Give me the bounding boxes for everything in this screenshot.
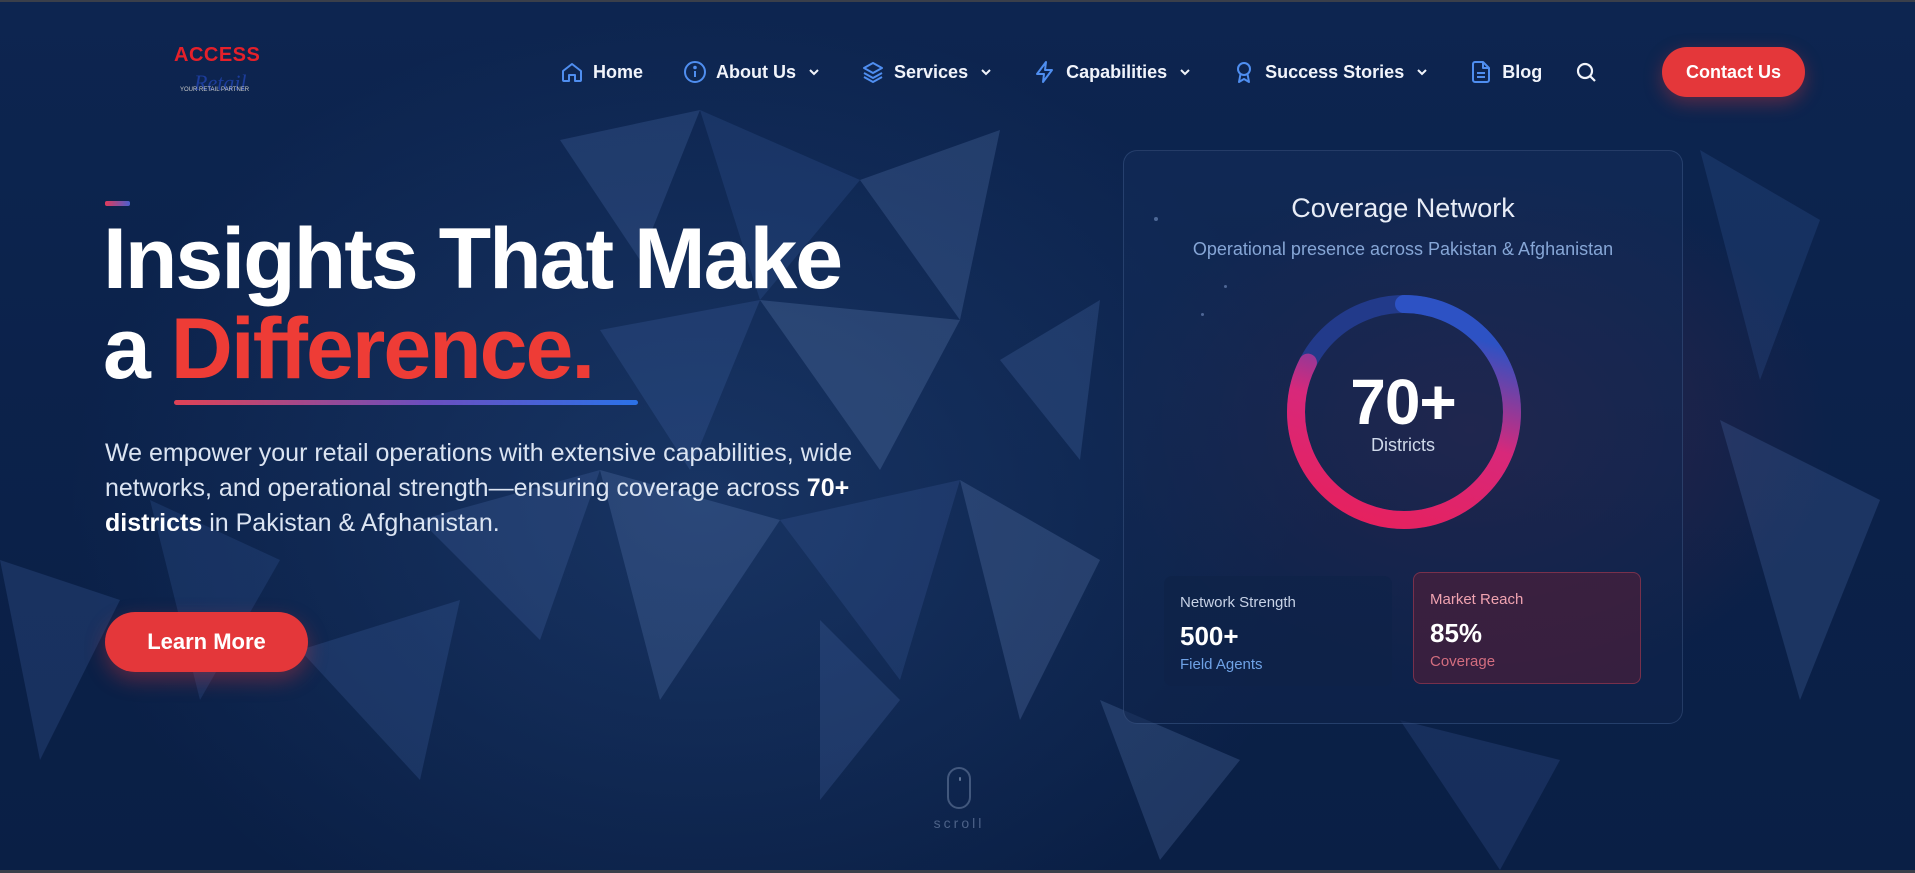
- nav-services[interactable]: Services: [861, 60, 993, 84]
- award-icon: [1232, 60, 1256, 84]
- nav-capabilities-label: Capabilities: [1066, 61, 1168, 82]
- learn-more-button[interactable]: Learn More: [105, 612, 308, 672]
- nav-capabilities[interactable]: Capabilities: [1033, 60, 1192, 84]
- hero-headline: Insights That Make a Difference.: [103, 214, 1003, 394]
- chevron-down-icon: [1178, 65, 1192, 79]
- stat-label: Market Reach: [1430, 591, 1524, 608]
- stat-value: 85%: [1430, 618, 1483, 648]
- paragraph-part-2: in Pakistan & Afghanistan.: [209, 509, 500, 537]
- scroll-mouse-icon[interactable]: [947, 767, 971, 809]
- chevron-down-icon: [1415, 65, 1429, 79]
- card-title: Coverage Network: [1291, 193, 1515, 223]
- stat-market-reach: Market Reach 85% Coverage: [1413, 572, 1641, 684]
- stat-unit: Coverage: [1430, 653, 1496, 670]
- nav-home[interactable]: Home: [560, 60, 643, 84]
- top-border: [0, 0, 1915, 2]
- logo-tagline: YOUR RETAIL PARTNER: [180, 87, 250, 93]
- stat-value: 500+: [1180, 621, 1239, 651]
- scroll-hint: scroll: [933, 815, 985, 831]
- nav-blog[interactable]: Blog: [1469, 60, 1542, 84]
- stat-unit: Field Agents: [1180, 656, 1263, 673]
- bolt-icon: [1033, 60, 1057, 84]
- coverage-network-card: Coverage Network Operational presence ac…: [1123, 150, 1683, 724]
- headline-a: a: [103, 301, 151, 397]
- headline-highlight: Difference.: [170, 301, 595, 397]
- nav-success-stories-label: Success Stories: [1265, 61, 1405, 82]
- ring-value: 70+: [1350, 366, 1457, 438]
- nav-blog-label: Blog: [1502, 61, 1543, 82]
- brand-logo[interactable]: ACCESS Retail YOUR RETAIL PARTNER: [172, 44, 262, 96]
- stat-label: Network Strength: [1180, 594, 1296, 611]
- info-icon: [683, 60, 707, 84]
- nav-about[interactable]: About Us: [683, 60, 821, 84]
- stat-network-strength: Network Strength 500+ Field Agents: [1164, 576, 1392, 686]
- search-icon[interactable]: [1574, 60, 1598, 84]
- hero-paragraph: We empower your retail operations with e…: [105, 436, 925, 541]
- nav-services-label: Services: [894, 61, 969, 82]
- logo-text: ACCESS: [174, 44, 261, 66]
- nav-home-label: Home: [593, 61, 644, 82]
- nav-about-label: About Us: [716, 61, 797, 82]
- decorative-dot: [1224, 285, 1227, 288]
- home-icon: [560, 60, 584, 84]
- ring-label: Districts: [1371, 435, 1435, 455]
- chevron-down-icon: [979, 65, 993, 79]
- document-icon: [1469, 60, 1493, 84]
- contact-us-button[interactable]: Contact Us: [1662, 47, 1805, 97]
- card-subtitle: Operational presence across Pakistan & A…: [1192, 239, 1614, 259]
- nav-success-stories[interactable]: Success Stories: [1232, 60, 1429, 84]
- main-nav: Home About Us Services Capabilities Succ…: [560, 47, 1598, 97]
- headline-accent-bar: [105, 201, 130, 206]
- paragraph-part-1: We empower your retail operations with e…: [105, 439, 853, 502]
- layers-icon: [861, 60, 885, 84]
- headline-line-1: Insights That Make: [103, 211, 843, 307]
- chevron-down-icon: [807, 65, 821, 79]
- decorative-dot: [1201, 313, 1204, 316]
- highlight-underline: [174, 400, 638, 405]
